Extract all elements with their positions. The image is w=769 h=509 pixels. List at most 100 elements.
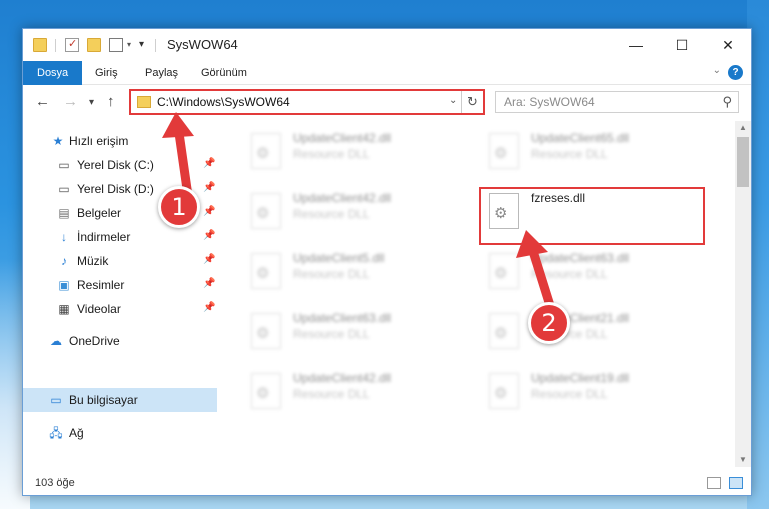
address-bar[interactable]: C:\Windows\SysWOW64 ⌄ ↻ xyxy=(129,89,485,115)
customize-toolbar-icon[interactable] xyxy=(109,38,123,52)
help-icon[interactable]: ? xyxy=(728,65,743,80)
list-item[interactable]: UpdateClient65.dll Resource DLL xyxy=(483,127,713,177)
pin-icon[interactable]: 📌 xyxy=(203,158,215,169)
tab-view[interactable]: Görünüm xyxy=(201,61,247,85)
sidebar-item-music[interactable]: ♪ Müzik 📌 xyxy=(23,249,217,273)
separator xyxy=(55,39,56,52)
sidebar-item-network[interactable]: 🖧 Ağ xyxy=(23,421,217,445)
expand-ribbon-icon[interactable]: ⌄ xyxy=(713,65,721,76)
up-arrow-icon[interactable]: ↑ xyxy=(107,93,115,110)
step-badge-2: 2 xyxy=(528,302,570,344)
dll-file-icon xyxy=(251,133,281,169)
sidebar-item-label: Yerel Disk (D:) xyxy=(77,182,154,196)
folder-icon xyxy=(137,96,151,108)
vertical-scrollbar[interactable]: ▲ ▼ xyxy=(735,121,751,467)
pin-icon[interactable]: 📌 xyxy=(203,278,215,289)
sidebar-item-downloads[interactable]: ↓ İndirmeler 📌 xyxy=(23,225,217,249)
maximize-button[interactable]: ☐ xyxy=(659,29,705,61)
dll-file-icon xyxy=(489,133,519,169)
pin-icon[interactable]: 📌 xyxy=(203,206,215,217)
separator xyxy=(155,39,156,52)
star-icon: ★ xyxy=(52,134,64,148)
sidebar-item-label: Resimler xyxy=(77,278,125,292)
sidebar-item-quick-access[interactable]: ★ Hızlı erişim xyxy=(23,129,217,153)
navigation-pane: ★ Hızlı erişim ▭ Yerel Disk (C:) 📌 ▭ Yer… xyxy=(23,121,217,467)
sidebar-item-label: Yerel Disk (C:) xyxy=(77,158,154,172)
details-view-icon[interactable] xyxy=(707,477,721,489)
scroll-up-icon[interactable]: ▲ xyxy=(735,121,751,135)
sidebar-item-videos[interactable]: ▦ Videolar 📌 xyxy=(23,297,217,321)
customize-dropdown-icon[interactable]: ▾ xyxy=(127,40,131,49)
drive-icon: ▭ xyxy=(58,182,70,196)
file-type: Resource DLL xyxy=(531,147,608,161)
file-name: UpdateClient65.dll xyxy=(531,131,630,145)
sidebar-item-this-pc[interactable]: ▭ Bu bilgisayar xyxy=(23,388,217,412)
list-item[interactable]: UpdateClient21.dll Resource DLL xyxy=(483,307,713,357)
back-arrow-icon[interactable]: ← xyxy=(35,93,50,110)
explorer-window: ▾ ▾ SysWOW64 — ☐ ✕ Dosya Giriş Paylaş Gö… xyxy=(22,28,752,496)
large-icons-view-icon[interactable] xyxy=(729,477,743,489)
file-type: Resource DLL xyxy=(293,147,370,161)
quick-access-dropdown-icon[interactable]: ▾ xyxy=(139,39,144,50)
ribbon-tabs: Dosya Giriş Paylaş Görünüm ⌄ ? xyxy=(23,61,751,85)
list-item[interactable]: UpdateClient63.dll Resource DLL xyxy=(483,247,713,297)
file-name: UpdateClient42.dll xyxy=(293,371,392,385)
dll-file-icon xyxy=(489,373,519,409)
pin-icon[interactable]: 📌 xyxy=(203,182,215,193)
list-item[interactable]: UpdateClient63.dll Resource DLL xyxy=(245,307,475,357)
cloud-icon: ☁ xyxy=(50,334,62,348)
file-type: Resource DLL xyxy=(293,387,370,401)
dll-file-icon xyxy=(251,373,281,409)
download-arrow-icon: ↓ xyxy=(61,230,67,244)
list-item[interactable]: UpdateClient42.dll Resource DLL xyxy=(245,187,475,237)
sidebar-item-pictures[interactable]: ▣ Resimler 📌 xyxy=(23,273,217,297)
address-dropdown-icon[interactable]: ⌄ xyxy=(449,95,457,106)
sidebar-item-label: Bu bilgisayar xyxy=(69,393,138,407)
status-bar: 103 öğe xyxy=(23,471,751,495)
search-box[interactable]: Ara: SysWOW64 ⚲ xyxy=(495,91,739,113)
sidebar-item-label: Videolar xyxy=(77,302,121,316)
address-path[interactable]: C:\Windows\SysWOW64 xyxy=(157,95,290,109)
new-folder-icon[interactable] xyxy=(87,38,101,52)
scroll-down-icon[interactable]: ▼ xyxy=(735,453,751,467)
navigation-bar: ← → ▾ ↑ C:\Windows\SysWOW64 ⌄ ↻ Ara: Sys… xyxy=(23,85,751,119)
item-count: 103 öğe xyxy=(35,477,75,489)
search-icon[interactable]: ⚲ xyxy=(722,94,732,110)
file-type: Resource DLL xyxy=(293,207,370,221)
list-item[interactable]: UpdateClient19.dll Resource DLL xyxy=(483,367,713,417)
list-item[interactable]: UpdateClient42.dll Resource DLL xyxy=(245,367,475,417)
file-name: UpdateClient5.dll xyxy=(293,251,385,265)
search-input[interactable]: Ara: SysWOW64 xyxy=(504,95,595,109)
recent-locations-icon[interactable]: ▾ xyxy=(89,97,94,108)
file-name: UpdateClient19.dll xyxy=(531,371,630,385)
close-button[interactable]: ✕ xyxy=(705,29,751,61)
refresh-icon[interactable]: ↻ xyxy=(461,91,483,113)
list-item[interactable]: UpdateClient5.dll Resource DLL xyxy=(245,247,475,297)
sidebar-item-label: OneDrive xyxy=(69,334,120,348)
file-type: Resource DLL xyxy=(293,327,370,341)
file-name: UpdateClient63.dll xyxy=(531,251,630,265)
file-name: UpdateClient42.dll xyxy=(293,191,392,205)
pin-icon[interactable]: 📌 xyxy=(203,254,215,265)
forward-arrow-icon[interactable]: → xyxy=(63,93,78,110)
file-type: Resource DLL xyxy=(531,387,608,401)
film-icon: ▦ xyxy=(58,302,70,316)
list-item[interactable]: UpdateClient42.dll Resource DLL xyxy=(245,127,475,177)
sidebar-item-label: Belgeler xyxy=(77,206,122,220)
window-title: SysWOW64 xyxy=(167,37,238,52)
folder-icon xyxy=(33,38,47,52)
file-name: UpdateClient42.dll xyxy=(293,131,392,145)
minimize-button[interactable]: — xyxy=(613,29,659,61)
network-icon: 🖧 xyxy=(49,426,63,440)
sidebar-item-local-disk-c[interactable]: ▭ Yerel Disk (C:) 📌 xyxy=(23,153,217,177)
sidebar-item-onedrive[interactable]: ☁ OneDrive xyxy=(23,329,217,353)
tab-share[interactable]: Paylaş xyxy=(145,61,178,85)
tab-home[interactable]: Giriş xyxy=(95,61,118,85)
scrollbar-thumb[interactable] xyxy=(737,137,749,187)
properties-icon[interactable] xyxy=(65,37,79,52)
pin-icon[interactable]: 📌 xyxy=(203,302,215,313)
tab-file[interactable]: Dosya xyxy=(23,61,83,85)
pin-icon[interactable]: 📌 xyxy=(203,230,215,241)
pictures-icon: ▣ xyxy=(58,278,70,292)
music-note-icon: ♪ xyxy=(61,254,67,268)
